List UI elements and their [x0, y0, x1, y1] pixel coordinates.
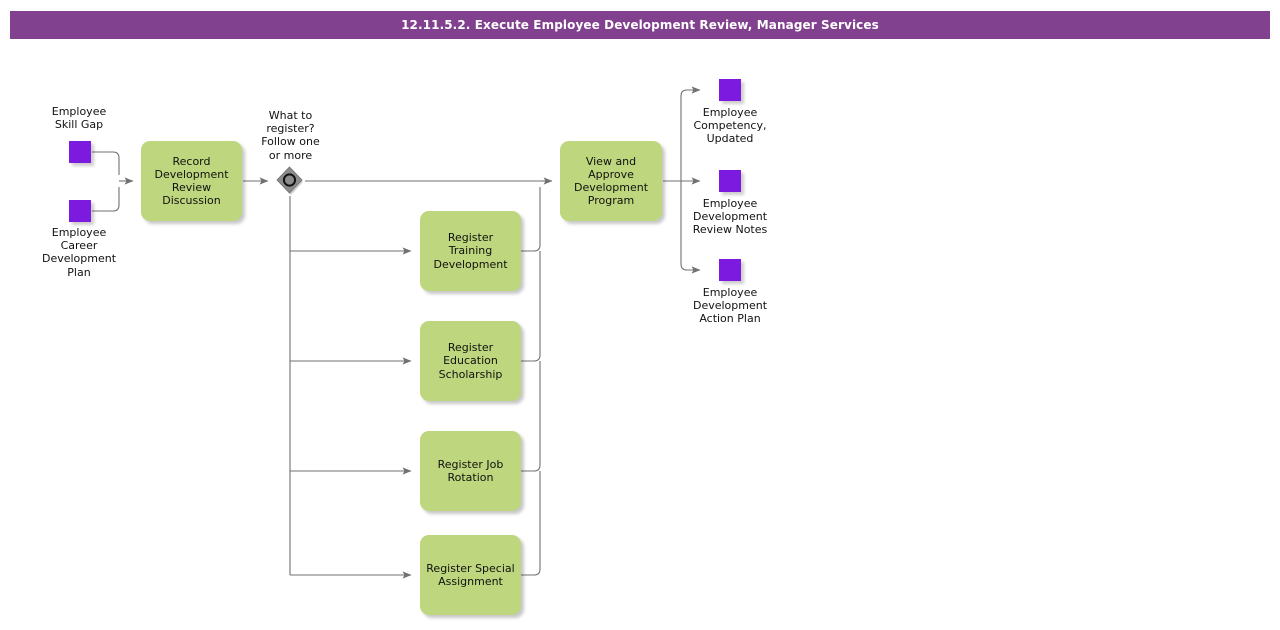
data-object-icon-employee-skill-gap[interactable] [69, 141, 91, 163]
inclusive-or-gateway-icon[interactable] [275, 166, 305, 196]
task-view-and-approve-development-program[interactable]: View and Approve Development Program [560, 141, 662, 221]
task-label: Register Training Development [433, 231, 508, 271]
task-label: View and Approve Development Program [573, 154, 649, 208]
task-register-special-assignment[interactable]: Register Special Assignment [420, 535, 521, 615]
task-label: Register Education Scholarship [438, 341, 503, 381]
artifact-label-employee-competency-updated: Employee Competency, Updated [693, 106, 767, 146]
task-register-education-scholarship[interactable]: Register Education Scholarship [420, 321, 521, 401]
task-label: Record Development Review Discussion [154, 154, 229, 208]
connector-layer [92, 86, 701, 579]
artifact-label-employee-skill-gap: Employee Skill Gap [51, 105, 107, 132]
task-record-development-review-discussion[interactable]: Record Development Review Discussion [141, 141, 242, 221]
data-object-icon-employee-career-development-plan[interactable] [69, 200, 91, 222]
task-register-training-development[interactable]: Register Training Development [420, 211, 521, 291]
task-label: Register Job Rotation [437, 457, 504, 484]
gateway-label-what-to-register: What to register? Follow one or more [261, 109, 320, 162]
task-register-job-rotation[interactable]: Register Job Rotation [420, 431, 521, 511]
data-object-icon-employee-competency-updated[interactable] [719, 79, 741, 101]
artifact-label-employee-development-review-notes: Employee Development Review Notes [692, 197, 768, 237]
page-title-bar: 12.11.5.2. Execute Employee Development … [10, 11, 1270, 39]
page-title: 12.11.5.2. Execute Employee Development … [401, 18, 879, 32]
data-object-icon-employee-development-review-notes[interactable] [719, 170, 741, 192]
data-object-icon-employee-development-action-plan[interactable] [719, 259, 741, 281]
artifact-label-employee-development-action-plan: Employee Development Action Plan [692, 286, 768, 326]
artifact-label-employee-career-development-plan: Employee Career Development Plan [41, 226, 117, 279]
task-label: Register Special Assignment [426, 561, 515, 588]
